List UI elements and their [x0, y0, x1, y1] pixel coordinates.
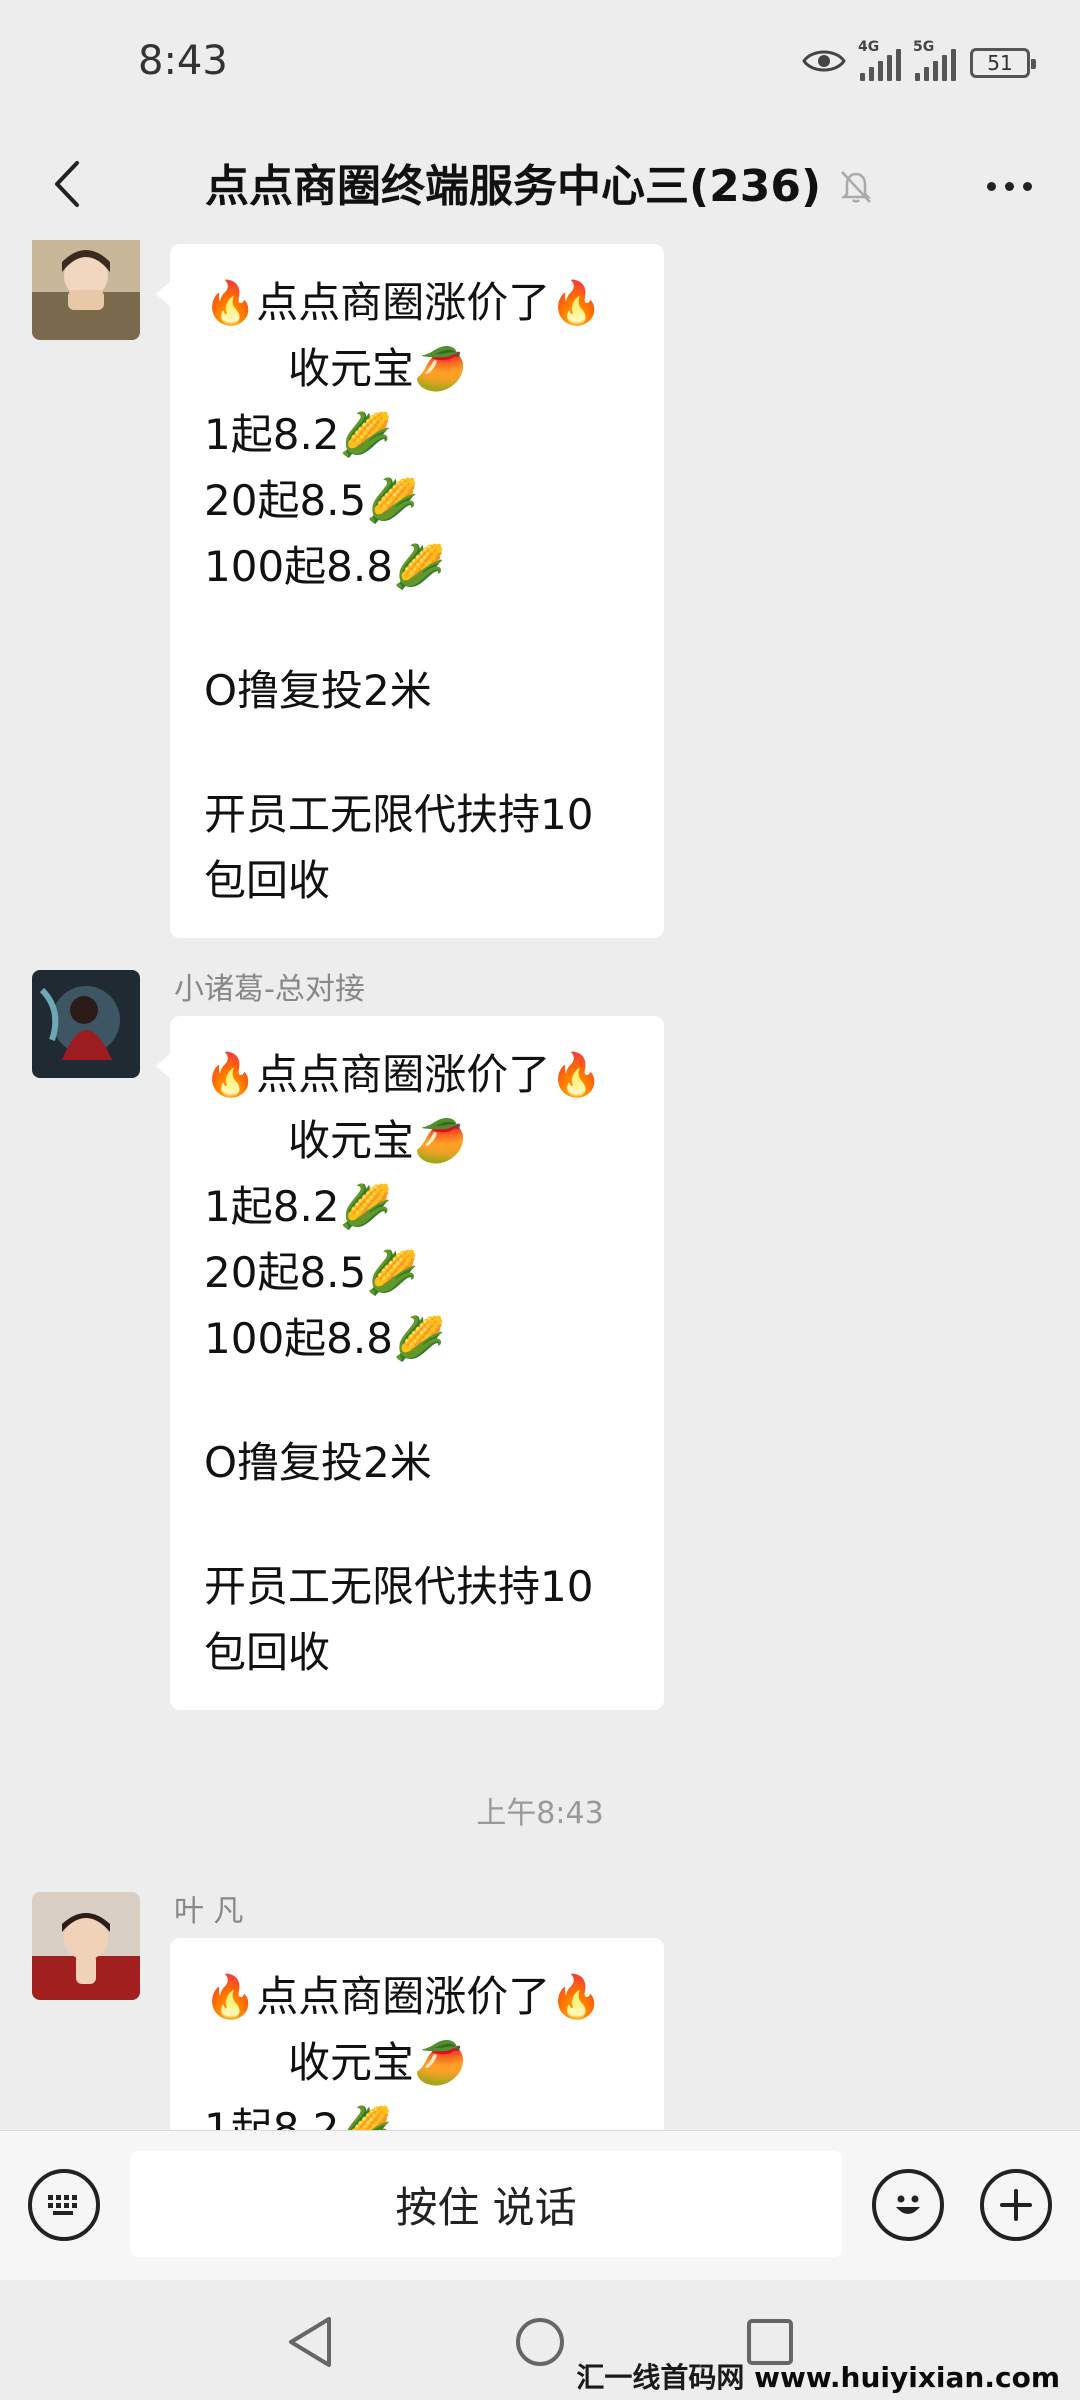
- circle-home-icon: [516, 2318, 564, 2366]
- keyboard-icon: [48, 2195, 77, 2215]
- message-line: 收元宝🥭: [288, 344, 467, 393]
- more-functions-button[interactable]: [980, 2169, 1052, 2241]
- message-line: 包回收: [204, 856, 331, 905]
- back-button[interactable]: [36, 152, 96, 216]
- keyboard-toggle-button[interactable]: [28, 2169, 100, 2241]
- watermark-site: 汇一线首码网: [576, 2361, 745, 2394]
- title-bar: 点点商圈终端服务中心三(236): [0, 130, 1080, 240]
- watermark: 汇一线首码网 www.huiyixian.com: [576, 2356, 1060, 2396]
- message-line: 收元宝🥭: [288, 2038, 467, 2087]
- message-line: 1起8.2🌽: [204, 2104, 392, 2130]
- nav-home-button[interactable]: [508, 2310, 572, 2374]
- message-list[interactable]: 🔥点点商圈涨价了🔥 收元宝🥭 1起8.2🌽 20起8.5🌽 100起8.8🌽 O…: [0, 240, 1080, 2130]
- input-bar: 按住 说话: [0, 2130, 1080, 2281]
- message-line: 1起8.2🌽: [204, 410, 392, 459]
- message-line: 20起8.5🌽: [204, 476, 419, 525]
- status-icons: 4G 5G 51: [802, 39, 1036, 84]
- message-line: 20起8.5🌽: [204, 1248, 419, 1297]
- battery-level: 51: [987, 51, 1013, 75]
- dot-icon: [1022, 181, 1032, 191]
- mute-bell-icon: [838, 168, 874, 204]
- plus-icon: [1000, 2189, 1032, 2221]
- more-options-button[interactable]: [974, 156, 1044, 216]
- timestamp: 上午8:43: [476, 1796, 604, 1831]
- message-line: 开员工无限代扶持10: [204, 1562, 594, 1611]
- avatar[interactable]: [32, 1892, 140, 2000]
- chat-title: 点点商圈终端服务中心三(236): [205, 161, 822, 212]
- hold-to-talk-button[interactable]: 按住 说话: [130, 2151, 842, 2257]
- signal-4g-icon: 4G: [858, 39, 901, 81]
- message-line: 🔥点点商圈涨价了🔥: [204, 1050, 603, 1099]
- chat-screen: 8:43 4G 5G 51 点点商圈终端服务中心三(236) 🔥点点商圈涨价了🔥…: [0, 0, 1080, 2400]
- smiley-icon: [896, 2195, 920, 2214]
- sender-name: 叶 凡: [174, 1894, 244, 1929]
- status-time: 8:43: [138, 38, 228, 84]
- message-line: 100起8.8🌽: [204, 542, 446, 591]
- dot-icon: [986, 181, 996, 191]
- navigation-bar: 汇一线首码网 www.huiyixian.com: [0, 2280, 1080, 2400]
- message-line: 100起8.8🌽: [204, 1314, 446, 1363]
- chevron-left-icon: [55, 161, 79, 207]
- dot-icon: [1004, 181, 1014, 191]
- message-line: 1起8.2🌽: [204, 1182, 392, 1231]
- message-line: O撸复投2米: [204, 666, 432, 715]
- watermark-url: www.huiyixian.com: [754, 2361, 1060, 2394]
- avatar[interactable]: [32, 970, 140, 1078]
- message-line: 🔥点点商圈涨价了🔥: [204, 278, 603, 327]
- message-line: O撸复投2米: [204, 1438, 432, 1487]
- message-bubble[interactable]: 🔥点点商圈涨价了🔥 收元宝🥭 1起8.2🌽 20起8.5🌽 100起8.8🌽 O…: [156, 244, 664, 938]
- signal-5g-icon: 5G: [913, 39, 956, 81]
- message-line: 开员工无限代扶持10: [204, 790, 594, 839]
- emoji-button[interactable]: [872, 2169, 944, 2241]
- message-line: 包回收: [204, 1628, 331, 1677]
- sender-name: 小诸葛-总对接: [174, 972, 365, 1007]
- avatar[interactable]: [32, 240, 140, 340]
- message-line: 🔥点点商圈涨价了🔥: [204, 1972, 603, 2021]
- message-bubble[interactable]: 🔥点点商圈涨价了🔥 收元宝🥭 1起8.2🌽 20起8.5🌽 100起8.8🌽 O…: [156, 1016, 664, 1710]
- triangle-back-icon: [289, 2317, 331, 2367]
- message-line: 收元宝🥭: [288, 1116, 467, 1165]
- message-bubble[interactable]: 🔥点点商圈涨价了🔥 收元宝🥭 1起8.2🌽: [170, 1938, 664, 2130]
- nav-back-button[interactable]: [278, 2310, 342, 2374]
- battery-icon: 51: [970, 48, 1036, 78]
- status-bar: 8:43 4G 5G 51: [0, 0, 1080, 130]
- eye-icon: [802, 46, 846, 80]
